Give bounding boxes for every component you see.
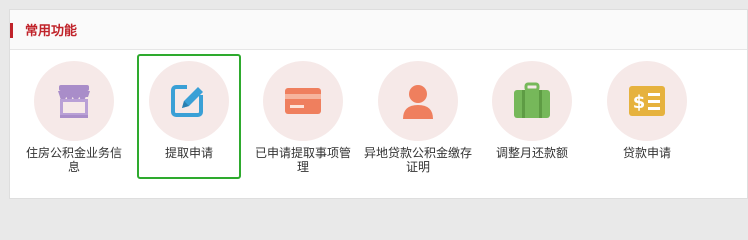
- tile-icon-circle: [378, 61, 458, 141]
- edit-document-icon: [171, 83, 205, 117]
- tile-label: 住房公积金业务信息: [25, 146, 122, 174]
- tile-icon-circle: [149, 61, 229, 141]
- tile-label: 提取申请: [164, 146, 213, 160]
- tile-label: 异地贷款公积金缴存证明: [363, 146, 472, 174]
- tile-housing-fund-info[interactable]: 住房公积金业务信息: [22, 54, 126, 179]
- tile-remote-loan-certificate[interactable]: 异地贷款公积金缴存证明: [363, 54, 473, 179]
- tile-icon-circle: $: [607, 61, 687, 141]
- tile-label: 贷款申请: [622, 146, 671, 160]
- tile-label: 调整月还款额: [495, 146, 568, 160]
- tile-icon-circle: [263, 61, 343, 141]
- svg-text:$: $: [633, 92, 646, 113]
- card-icon: [285, 88, 321, 114]
- person-icon: [403, 85, 433, 119]
- tile-icon-circle: [492, 61, 572, 141]
- tile-withdrawal-application[interactable]: 提取申请: [137, 54, 241, 179]
- tile-loan-application[interactable]: $ 贷款申请: [595, 54, 699, 179]
- tile-adjust-repayment[interactable]: 调整月还款额: [480, 54, 584, 179]
- briefcase-icon: [514, 82, 550, 118]
- common-functions-panel: 常用功能 住房公积金业务信息 提取申请 已申请提取事项管理 异地贷款公积金缴存证…: [9, 9, 748, 199]
- panel-title: 常用功能: [25, 23, 78, 38]
- tile-icon-circle: [34, 61, 114, 141]
- title-accent-bar: [10, 23, 13, 38]
- panel-header: 常用功能: [10, 10, 747, 50]
- tile-withdrawal-management[interactable]: 已申请提取事项管理: [251, 54, 355, 179]
- loan-document-icon: $: [629, 86, 665, 116]
- house-awning-icon: [58, 85, 90, 118]
- tile-label: 已申请提取事项管理: [254, 146, 351, 174]
